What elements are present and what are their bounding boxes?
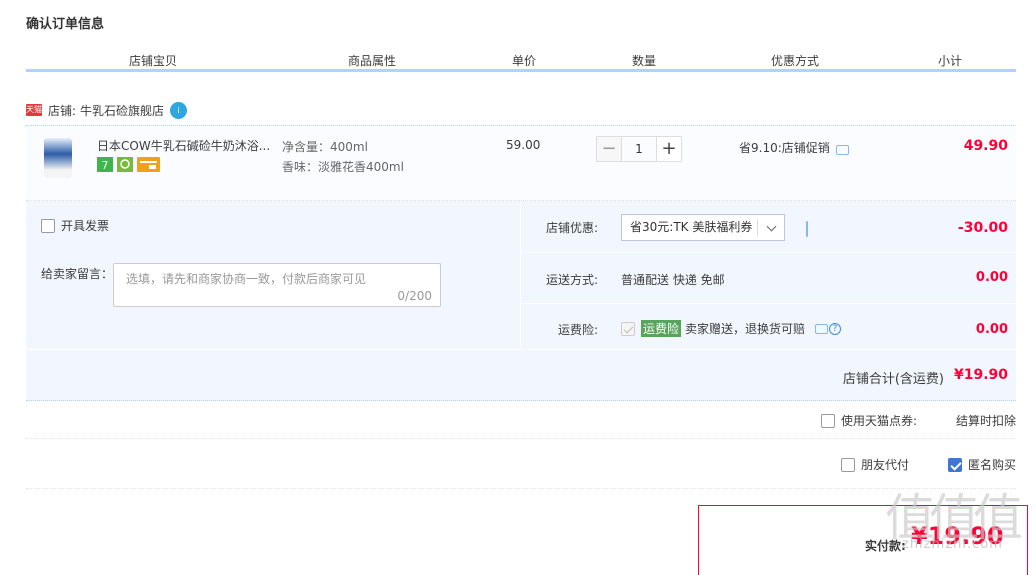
discount-info-icon[interactable]	[806, 221, 808, 237]
friend-pay-option[interactable]: 朋友代付	[841, 456, 909, 473]
promo-info-icon[interactable]	[835, 144, 849, 155]
insurance-amount: 0.00	[975, 322, 1008, 337]
shop-total-row: 店铺合计(含运费) ¥19.90	[26, 349, 1016, 401]
shop-discount-selected: 省30元:TK 美肤福利券	[630, 220, 753, 234]
chat-bubble-icon[interactable]: i	[170, 101, 188, 119]
svg-text:7: 7	[102, 159, 109, 172]
shop-discount-label: 店铺优惠:	[546, 221, 599, 235]
shipping-amount: 0.00	[975, 270, 1008, 285]
product-thumbnail[interactable]	[44, 138, 72, 178]
page-title: 确认订单信息	[26, 17, 105, 32]
qty-input[interactable]: 1	[622, 136, 656, 162]
memo-label: 给卖家留言：	[41, 267, 114, 281]
tmall-points-label: 使用天猫点券:	[841, 414, 918, 428]
header-quantity: 数量	[632, 54, 657, 68]
chevron-down-icon	[766, 221, 777, 232]
promo-text: 省9.10:店铺促销	[739, 141, 830, 155]
insurance-text: 卖家赠送，退换货可赔	[685, 322, 806, 336]
header-unit-price: 单价	[512, 54, 537, 68]
insurance-tag: 运费险	[641, 320, 682, 337]
invoice-checkbox[interactable]	[41, 218, 55, 233]
header-discount: 优惠方式	[771, 54, 820, 68]
quantity-stepper: − 1 +	[596, 136, 682, 162]
invoice-label: 开具发票	[61, 219, 110, 233]
insurance-option: 运费险 卖家赠送，退换货可赔 ?	[621, 320, 842, 337]
table-header: 店铺宝贝 商品属性 单价 数量 优惠方式 小计	[26, 50, 1016, 72]
guarantee-icon[interactable]	[117, 157, 133, 172]
header-attributes: 商品属性	[348, 54, 397, 68]
header-shop-item: 店铺宝贝	[129, 54, 178, 68]
memo-textarea[interactable]: 选填，请先和商家协商一致，付款后商家可见 0/200	[113, 263, 441, 307]
shop-discount-select[interactable]: 省30元:TK 美肤福利券	[621, 214, 785, 241]
insurance-label: 运费险:	[558, 323, 599, 337]
promo: 省9.10:店铺促销	[739, 139, 849, 156]
7-day-return-icon[interactable]: 7	[97, 157, 113, 172]
header-subtotal: 小计	[938, 54, 963, 68]
attr-scent: 香味：淡雅花香400ml	[282, 160, 404, 174]
shop-row: 天猫 店铺: 牛乳石硷旗舰店 i	[26, 100, 188, 120]
order-item-row: 日本COW牛乳石碱硷牛奶沐浴... 7 净含量：400ml 香味：淡雅花香400…	[26, 125, 1016, 201]
shop-total-label: 店铺合计(含运费)	[842, 372, 944, 387]
product-title-link[interactable]: 日本COW牛乳石碱硷牛奶沐浴...	[97, 137, 270, 154]
invoice-option[interactable]: 开具发票	[41, 217, 109, 234]
insurance-checkbox	[621, 321, 635, 336]
help-icon[interactable]: ?	[829, 322, 842, 335]
friend-pay-checkbox[interactable]	[841, 457, 855, 472]
unit-price: 59.00	[506, 138, 541, 152]
shipping-label: 运送方式:	[546, 273, 599, 287]
shop-discount-amount: -30.00	[957, 220, 1008, 236]
item-subtotal: 49.90	[963, 138, 1008, 154]
order-options-panel: 开具发票 给卖家留言： 选填，请先和商家协商一致，付款后商家可见 0/200 店…	[26, 201, 1016, 349]
credit-card-icon[interactable]	[137, 157, 160, 172]
memo-placeholder: 选填，请先和商家协商一致，付款后商家可见	[126, 272, 367, 286]
divider	[26, 438, 1016, 439]
tmall-points-checkbox[interactable]	[821, 413, 835, 428]
friend-pay-label: 朋友代付	[861, 458, 910, 472]
anonymous-checkbox[interactable]	[948, 457, 962, 472]
qty-minus-button[interactable]: −	[596, 136, 622, 162]
watermark-site: zhizhizhi.com	[902, 537, 1003, 552]
insurance-chat-icon[interactable]	[815, 323, 829, 334]
tmall-points-option[interactable]: 使用天猫点券:	[821, 412, 917, 429]
tmall-points-note: 结算时扣除	[956, 414, 1017, 428]
shop-label: 店铺:	[48, 103, 77, 118]
divider	[26, 488, 1016, 489]
shipping-value: 普通配送 快递 免邮	[621, 273, 725, 287]
qty-plus-button[interactable]: +	[656, 136, 682, 162]
tmall-badge-icon: 天猫	[26, 104, 42, 116]
memo-char-count: 0/200	[397, 289, 432, 303]
shop-total-value: ¥19.90	[953, 367, 1008, 383]
shop-name-link[interactable]: 牛乳石硷旗舰店	[80, 102, 164, 119]
attr-net-content: 净含量：400ml	[282, 140, 368, 154]
anonymous-option[interactable]: 匿名购买	[948, 456, 1016, 473]
anonymous-label: 匿名购买	[968, 458, 1017, 472]
